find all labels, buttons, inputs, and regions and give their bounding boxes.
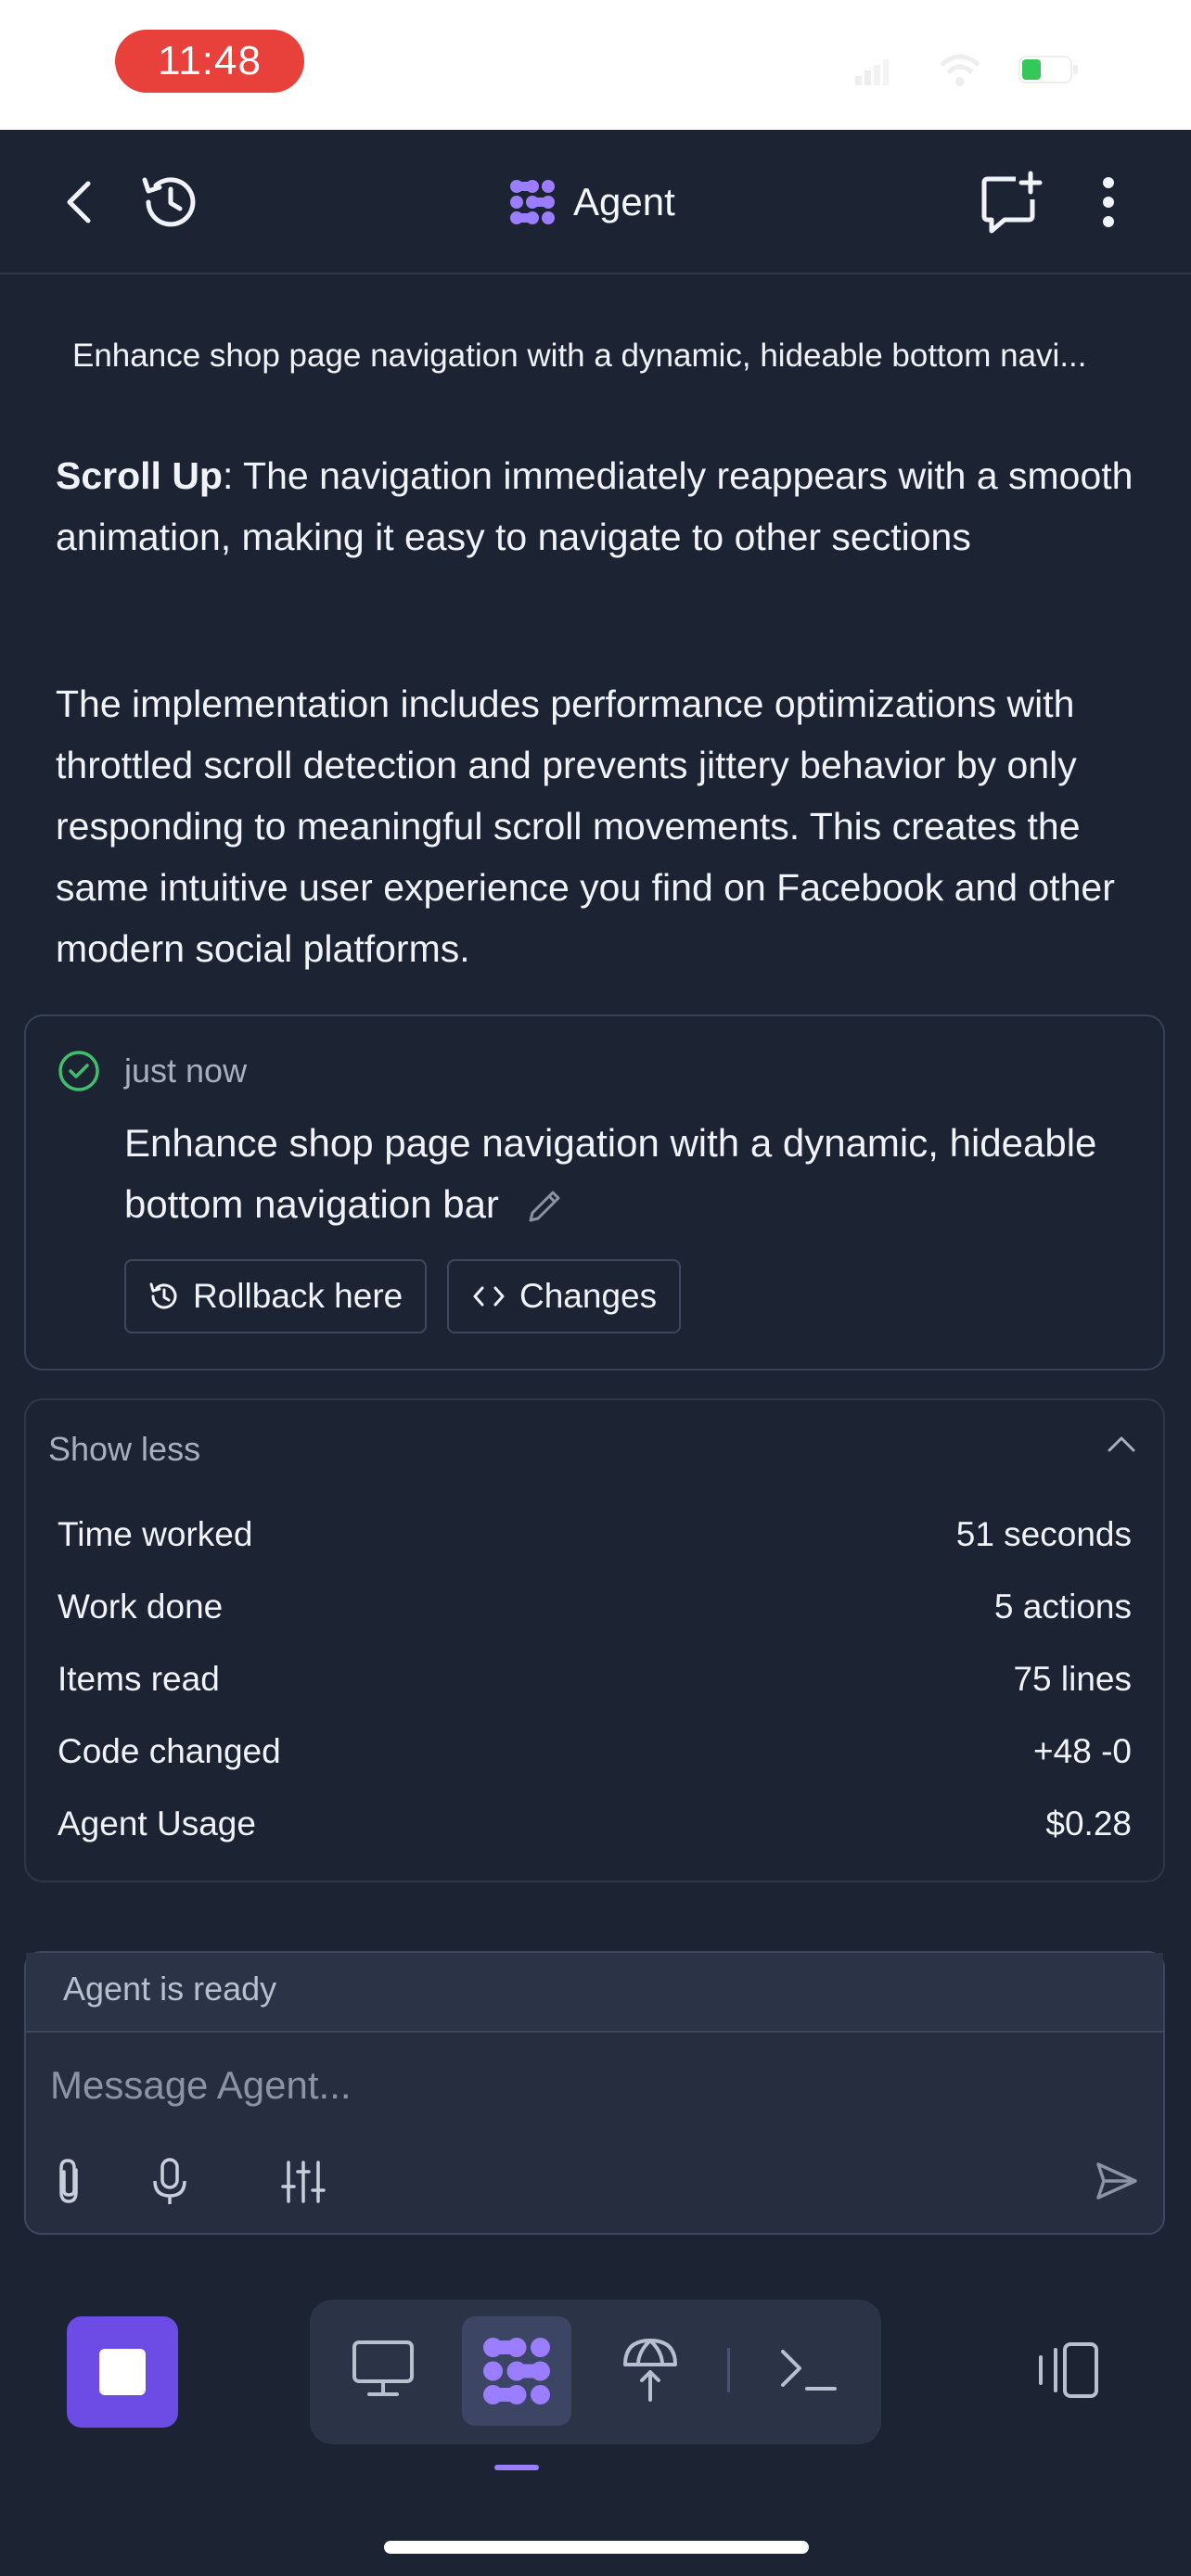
show-less-toggle[interactable]: Show less xyxy=(48,1430,200,1469)
code-icon xyxy=(471,1282,506,1310)
back-icon[interactable] xyxy=(46,167,111,237)
agent-tab-icon[interactable] xyxy=(480,2335,553,2407)
stat-value-work-done: 5 actions xyxy=(993,1588,1132,1626)
stat-label-items-read: Items read xyxy=(58,1660,220,1698)
agent-logo-icon xyxy=(508,178,557,226)
history-icon[interactable] xyxy=(134,167,208,237)
home-indicator[interactable] xyxy=(384,2541,809,2554)
new-chat-icon[interactable] xyxy=(974,165,1048,239)
battery-icon xyxy=(1018,56,1080,83)
header-title: Agent xyxy=(508,171,675,234)
send-icon[interactable] xyxy=(1095,2161,1139,2201)
checkpoint-time: just now xyxy=(124,1052,248,1090)
terminal-icon[interactable] xyxy=(777,2346,840,2394)
signal-icon xyxy=(855,59,889,85)
paperclip-icon[interactable] xyxy=(50,2157,87,2205)
message-paragraph-scroll-up: Scroll Up: The navigation immediately re… xyxy=(56,445,1141,567)
agent-status: Agent is ready xyxy=(63,1970,277,2008)
more-options-icon[interactable] xyxy=(1085,167,1132,237)
rollback-icon xyxy=(148,1281,180,1312)
stop-button[interactable] xyxy=(67,2316,178,2428)
changes-label: Changes xyxy=(519,1277,658,1315)
check-circle-icon xyxy=(58,1050,100,1092)
chevron-up-icon[interactable] xyxy=(1106,1434,1137,1456)
stat-label-time-worked: Time worked xyxy=(58,1515,253,1553)
tab-divider xyxy=(727,2348,730,2392)
wifi-icon xyxy=(937,52,983,89)
active-tab-indicator xyxy=(494,2465,539,2470)
changes-button[interactable]: Changes xyxy=(447,1259,682,1333)
checkpoint-description: Enhance shop page navigation with a dyna… xyxy=(124,1113,1126,1235)
edit-pencil-icon[interactable] xyxy=(523,1187,564,1228)
desktop-icon[interactable] xyxy=(351,2339,416,2400)
split-view-icon[interactable] xyxy=(1033,2340,1102,2400)
stat-label-work-done: Work done xyxy=(58,1588,224,1626)
stat-value-time-worked: 51 seconds xyxy=(955,1515,1132,1553)
rollback-button[interactable]: Rollback here xyxy=(124,1259,428,1333)
deploy-icon[interactable] xyxy=(620,2335,681,2404)
microphone-icon[interactable] xyxy=(150,2157,189,2207)
stat-label-agent-usage: Agent Usage xyxy=(58,1804,256,1843)
rollback-label: Rollback here xyxy=(193,1277,403,1315)
message-input[interactable] xyxy=(48,2057,1072,2114)
bold-term: Scroll Up xyxy=(56,454,223,497)
stat-value-agent-usage: $0.28 xyxy=(1045,1804,1132,1843)
header-title-text: Agent xyxy=(573,180,675,223)
message-paragraph-summary: The implementation includes performance … xyxy=(56,682,1115,970)
stop-square-icon xyxy=(99,2349,146,2395)
status-time: 11:48 xyxy=(115,30,304,93)
stat-label-code-changed: Code changed xyxy=(58,1732,281,1770)
settings-sliders-icon[interactable] xyxy=(280,2159,327,2205)
stat-value-items-read: 75 lines xyxy=(1013,1660,1132,1698)
stat-value-code-changed: +48 -0 xyxy=(1033,1732,1132,1770)
thread-title[interactable]: Enhance shop page navigation with a dyna… xyxy=(72,338,1139,375)
checkpoint-text: Enhance shop page navigation with a dyna… xyxy=(124,1121,1097,1226)
